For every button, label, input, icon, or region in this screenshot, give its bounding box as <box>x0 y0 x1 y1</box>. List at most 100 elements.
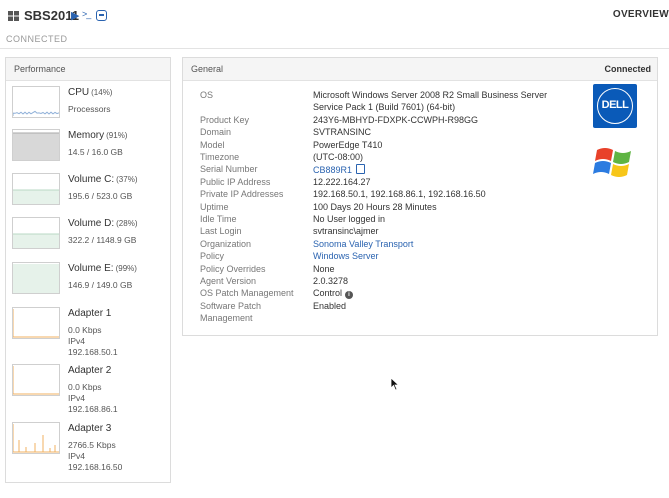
field-label: Model <box>200 139 225 150</box>
perf-item-percent: (14%) <box>91 88 113 97</box>
field-value: (UTC-08:00) <box>313 152 363 162</box>
perf-item-detail: IPv4 <box>68 451 86 461</box>
field-label: Management <box>200 313 253 324</box>
field-value-text: Enabled <box>313 300 347 311</box>
perf-item-label: Volume E: (99%) <box>68 263 137 274</box>
perf-sparkline <box>12 129 60 161</box>
field-label: Software Patch <box>200 300 262 311</box>
perf-item-label: Adapter 2 <box>68 365 111 376</box>
field-value-text: 243Y6-MBHYD-FDXPK-CCWPH-R98GG <box>313 114 479 125</box>
top-bar: SBS2011 ▶ >_ OVERVIEW <box>0 0 669 30</box>
perf-item-detail: 192.168.86.1 <box>68 404 118 414</box>
perf-item-label: Volume D: (28%) <box>68 218 137 229</box>
perf-sparkline <box>12 307 60 339</box>
field-value[interactable]: CB889R1 <box>313 164 366 175</box>
field-value-text[interactable]: Windows Server <box>313 251 379 261</box>
general-panel: General Connected OS Microsoft Windows Se… <box>182 57 658 336</box>
field-value-text: Service Pack 1 (Build 7601) (64-bit) <box>313 102 456 113</box>
remote-control-icon[interactable] <box>96 10 107 21</box>
field-value: 192.168.50.1, 192.168.86.1, 192.168.16.5… <box>313 189 486 199</box>
field-label: Product Key <box>200 114 250 125</box>
perf-item-name: Adapter 3 <box>68 423 112 434</box>
field-label: Private IP Addresses <box>200 189 284 200</box>
field-value-text: SVTRANSINC <box>313 127 372 138</box>
field-label: Organization <box>200 238 252 249</box>
perf-item-label: Volume C: (37%) <box>68 174 137 185</box>
perf-item-name: CPU <box>68 87 90 98</box>
perf-item-percent: (28%) <box>116 219 138 228</box>
performance-panel: Performance CPU (14%) Processors Memory (91%… <box>5 57 171 483</box>
field-value[interactable]: Windows Server <box>313 251 379 261</box>
field-label: Idle Time <box>200 214 237 224</box>
field-label: Policy <box>200 251 225 262</box>
field-value-text: PowerEdge T410 <box>313 139 383 150</box>
perf-item-detail: 14.5 / 16.0 GB <box>68 147 123 157</box>
perf-item-detail: 195.6 / 523.0 GB <box>68 191 133 201</box>
field-label: Timezone <box>200 152 240 162</box>
field-label: Agent Version <box>200 276 257 286</box>
overview-tab[interactable]: OVERVIEW <box>613 9 669 20</box>
field-value: Microsoft Windows Server 2008 R2 Small B… <box>313 90 547 100</box>
field-value: PowerEdge T410 <box>313 140 382 150</box>
perf-item-name: Adapter 2 <box>68 365 112 376</box>
perf-item-detail: 2766.5 Kbps <box>68 440 116 450</box>
perf-sparkline <box>12 173 60 205</box>
perf-item-detail: 192.168.50.1 <box>68 347 118 357</box>
field-value-text[interactable]: CB889R1 <box>313 165 352 175</box>
field-value[interactable]: Sonoma Valley Transport <box>313 239 413 249</box>
perf-sparkline <box>12 217 60 249</box>
perf-sparkline <box>12 262 60 294</box>
perf-item-name: Volume C: <box>68 174 115 185</box>
field-value: svtransinc\ajmer <box>313 226 379 236</box>
connection-status: CONNECTED <box>6 34 68 44</box>
field-value: 12.222.164.27 <box>313 177 371 187</box>
field-value-text: None <box>313 263 335 274</box>
field-label: OS Patch Management <box>200 288 294 299</box>
field-label: OS <box>200 90 214 100</box>
field-value: None <box>313 264 335 274</box>
copy-icon[interactable] <box>356 164 366 175</box>
dell-logo: DELL <box>593 84 637 128</box>
field-value-text[interactable]: Sonoma Valley Transport <box>313 239 413 249</box>
field-label: Serial Number <box>200 164 258 175</box>
windows-icon <box>8 11 19 21</box>
field-value: 243Y6-MBHYD-FDXPK-CCWPH-R98GG <box>313 115 478 125</box>
field-value-text: 12.222.164.27 <box>313 176 371 187</box>
field-value-text: 100 Days 20 Hours 28 Minutes <box>313 201 437 212</box>
field-value-text: Control <box>313 288 343 299</box>
field-label: Public IP Address <box>200 176 271 187</box>
perf-item-detail: 146.9 / 149.0 GB <box>68 280 133 290</box>
perf-sparkline <box>12 364 60 396</box>
perf-item-detail: 192.168.16.50 <box>68 462 123 472</box>
perf-item-name: Memory <box>68 130 105 141</box>
field-label: Policy Overrides <box>200 263 266 274</box>
field-value: Enabled <box>313 301 346 311</box>
field-label: Domain <box>200 127 232 138</box>
perf-item-percent: (91%) <box>106 131 128 140</box>
perf-item-detail: IPv4 <box>68 393 86 403</box>
field-label: Last Login <box>200 226 242 237</box>
info-icon[interactable]: i <box>345 291 354 300</box>
field-value: No User logged in <box>313 214 385 224</box>
perf-sparkline <box>12 422 60 454</box>
field-value-text: No User logged in <box>313 214 386 224</box>
perf-item-label: CPU (14%) <box>68 87 112 98</box>
perf-item-percent: (37%) <box>116 175 138 184</box>
play-icon[interactable]: ▶ <box>71 9 79 22</box>
windows-logo <box>593 148 631 177</box>
perf-sparkline <box>12 86 60 118</box>
perf-item-name: Volume E: <box>68 263 114 274</box>
perf-item-percent: (99%) <box>115 264 137 273</box>
mouse-cursor-icon <box>390 377 400 391</box>
field-value-text: Microsoft Windows Server 2008 R2 Small B… <box>313 90 548 100</box>
perf-item-detail: 0.0 Kbps <box>68 325 102 335</box>
field-value: Control i <box>313 288 354 300</box>
general-header: General Connected <box>183 58 657 81</box>
dell-logo-text: DELL <box>601 99 629 111</box>
general-title: General <box>191 64 224 74</box>
shell-icon[interactable]: >_ <box>82 9 91 19</box>
perf-item-detail: 322.2 / 1148.9 GB <box>68 235 137 245</box>
perf-item-detail: Processors <box>68 104 111 114</box>
field-value-text: (UTC-08:00) <box>313 152 364 162</box>
perf-item-detail: 0.0 Kbps <box>68 382 102 392</box>
